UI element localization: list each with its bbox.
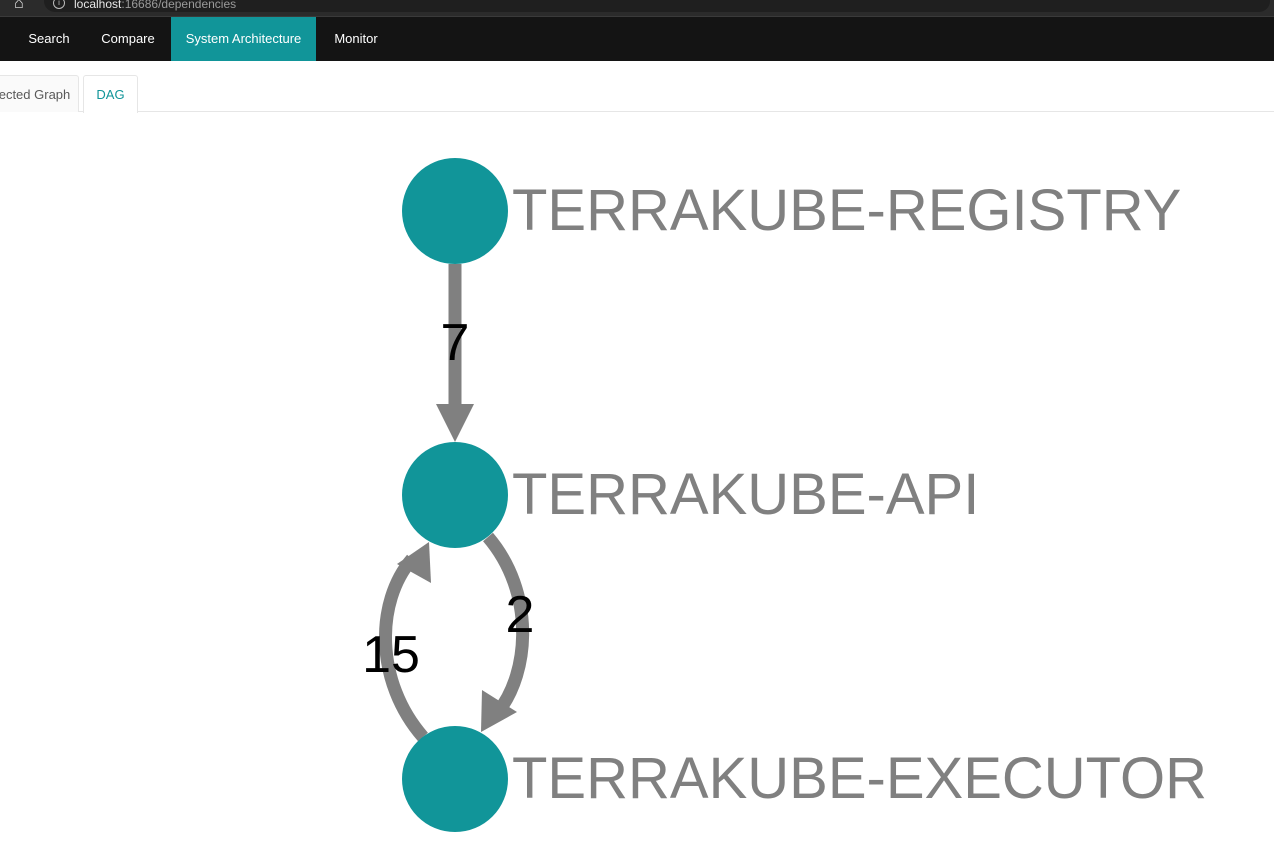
node-registry[interactable] bbox=[402, 158, 508, 264]
dag-graph: TERRAKUBE-REGISTRY TERRAKUBE-API TERRAKU… bbox=[362, 158, 1207, 832]
node-executor[interactable] bbox=[402, 726, 508, 832]
arrowhead-icon bbox=[436, 404, 474, 442]
url-host: localhost bbox=[74, 0, 122, 11]
nav-monitor[interactable]: Monitor bbox=[318, 17, 394, 61]
home-icon[interactable]: ⌂ bbox=[14, 0, 24, 13]
edge-label-executor-api: 15 bbox=[362, 626, 420, 684]
browser-toolbar: ⌂ i localhost:16686/dependencies bbox=[0, 0, 1274, 16]
url-text[interactable]: localhost:16686/dependencies bbox=[74, 0, 236, 11]
edge-label-api-executor: 2 bbox=[506, 586, 535, 644]
edge-label-registry-api: 7 bbox=[441, 314, 470, 372]
tab-dag[interactable]: DAG bbox=[83, 75, 138, 113]
node-label-api: TERRAKUBE-API bbox=[512, 462, 979, 527]
view-tabs: ected Graph DAG bbox=[0, 61, 1274, 113]
nav-system-architecture[interactable]: System Architecture bbox=[171, 17, 316, 61]
node-label-executor: TERRAKUBE-EXECUTOR bbox=[512, 746, 1207, 811]
node-api[interactable] bbox=[402, 442, 508, 548]
nav-compare[interactable]: Compare bbox=[86, 17, 170, 61]
tab-force-directed-graph-label: ected Graph bbox=[0, 87, 71, 102]
top-navigation: Search Compare System Architecture Monit… bbox=[0, 16, 1274, 61]
url-path: :16686/dependencies bbox=[121, 0, 237, 11]
tab-force-directed-graph[interactable]: ected Graph bbox=[0, 75, 79, 112]
nav-search[interactable]: Search bbox=[14, 17, 84, 61]
node-label-registry: TERRAKUBE-REGISTRY bbox=[512, 178, 1181, 243]
